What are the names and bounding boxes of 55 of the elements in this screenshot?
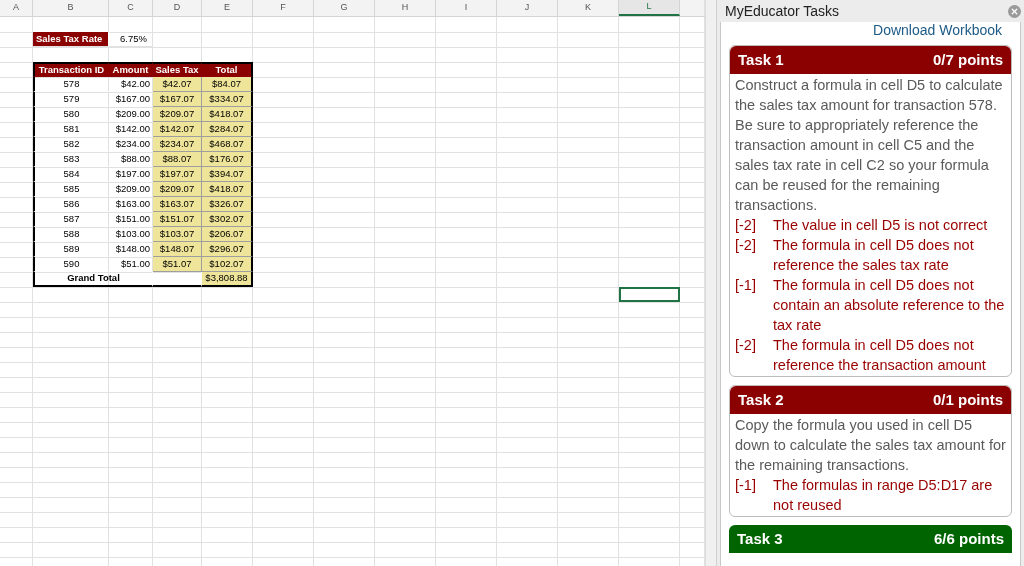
table-cell: 578 [33,76,109,92]
scrollbar[interactable] [705,0,716,566]
column-heading: Total [202,61,253,77]
rate-value: 6.75% [109,31,153,47]
deduction-points: [-2] [735,236,757,255]
task-title: Task 2 [738,389,784,410]
deduction-points: [-2] [735,336,757,355]
column-heading: Transaction ID [33,61,109,77]
table-cell: 579 [33,91,109,107]
column-header[interactable]: D [153,0,202,16]
column-header[interactable]: C [109,0,153,16]
column-header[interactable]: A [0,0,33,16]
table-cell: 586 [33,196,109,212]
column-header[interactable]: H [375,0,436,16]
deduction-points: [-1] [735,276,757,295]
task-title: Task 1 [738,49,784,70]
panel-title: MyEducator Tasks [725,1,840,21]
close-button[interactable] [1008,4,1021,18]
task-points: 6/6 points [934,528,1004,549]
table-cell: 580 [33,106,109,122]
table-cell: 590 [33,256,109,272]
download-link[interactable]: Download Workbook [873,22,1002,38]
table-cell: 585 [33,181,109,197]
deduction-text: The formula in cell D5 does not contain an absolute reference to the tax rate [773,276,1006,335]
task-title: Task 3 [737,528,783,549]
column-header[interactable]: L [619,0,680,16]
table-cell: 589 [33,241,109,257]
task-points: 0/7 points [933,49,1003,70]
column-header[interactable]: G [314,0,375,16]
column-header[interactable]: B [33,0,109,16]
column-header[interactable]: J [497,0,558,16]
selected-cell[interactable] [619,286,680,302]
column-header[interactable]: I [436,0,497,16]
table-cell: 587 [33,211,109,227]
task-points: 0/1 points [933,389,1003,410]
table-cell: 584 [33,166,109,182]
deduction-points: [-1] [735,476,757,495]
column-heading: Sales Tax [153,61,202,77]
column-header[interactable]: F [253,0,314,16]
deduction-text: The formula in cell D5 does not reference the transaction amount [773,336,987,375]
deduction-points: [-2] [735,216,757,235]
column-header[interactable]: E [202,0,253,16]
task-description: Construct a formula in cell D5 to calculate the sales tax amount for transaction 578. Be sure to appropriately reference the transaction amount in cell C5 and the sales tax rate in cell C2 so your formula can be reused for the remaining transactions. [735,76,1004,215]
deduction-text: The value in cell D5 is not correct [773,216,988,235]
table-cell: 583 [33,151,109,167]
grand-total-label: Grand Total [33,271,153,287]
table-cell: 582 [33,136,109,152]
close-icon [1010,6,1019,16]
rate-label: Sales Tax Rate [33,31,109,47]
column-heading: Amount [109,61,153,77]
deduction-text: The formula in cell D5 does not reference the sales tax rate [773,236,975,275]
deduction-text: The formulas in range D5:D17 are not reused [773,476,994,515]
task-description: Copy the formula you used in cell D5 down to calculate the sales tax amount for the remaining transactions. [735,416,1006,475]
table-cell: 588 [33,226,109,242]
table-cell: 581 [33,121,109,137]
